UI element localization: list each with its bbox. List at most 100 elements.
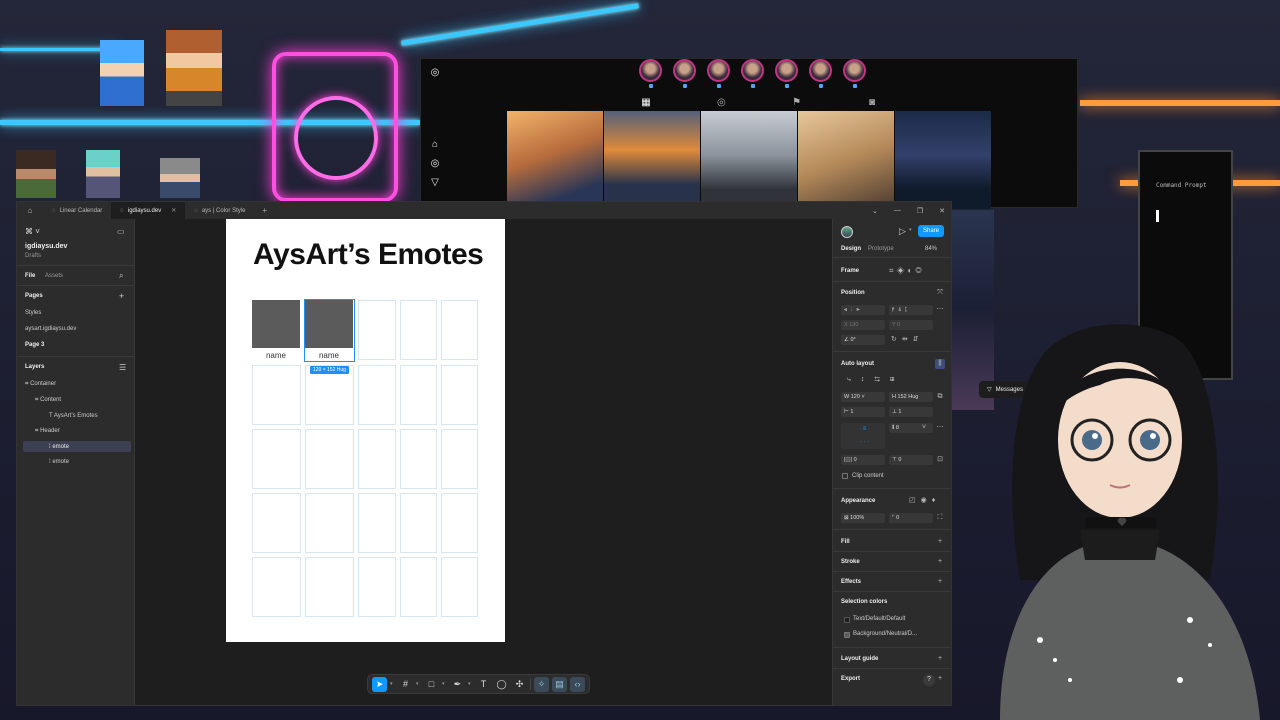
send-icon[interactable]: ▽ [429, 177, 441, 189]
page-item-styles[interactable]: Styles [25, 310, 41, 316]
tagged-icon[interactable]: ◙ [865, 97, 879, 108]
story-avatar[interactable] [809, 59, 832, 88]
color-swatch[interactable] [844, 632, 850, 638]
emote-slot[interactable] [400, 429, 437, 489]
frame-tool[interactable]: # [398, 677, 413, 692]
emote-slot[interactable] [358, 493, 396, 553]
minimize-icon[interactable]: — [894, 207, 901, 214]
layer-title-text[interactable]: T AysArt's Emotes [49, 413, 98, 419]
comment-tool[interactable]: ◯ [494, 677, 509, 692]
tab-igdiaysu-dev[interactable]: ◌ igdiaysu.dev ✕ [111, 202, 186, 219]
opacity-field[interactable]: ⊠ 100% [841, 513, 885, 523]
more-icon[interactable]: ⋯ [935, 423, 945, 433]
figma-menu-icon[interactable]: ⌘ ˅ [25, 227, 40, 236]
page-item-aysart[interactable]: aysart.igdiaysu.dev [25, 326, 76, 332]
tab-assets[interactable]: Assets [45, 273, 63, 279]
component-actions-icon[interactable]: ⌗◈◐◎ [889, 266, 925, 276]
layer-container[interactable]: ⌗ Container [25, 381, 56, 388]
pen-tool[interactable]: ✒ [450, 677, 465, 692]
color-name[interactable]: Background/Neutral/D... [853, 631, 917, 637]
emote-slot[interactable] [400, 365, 437, 425]
saved-icon[interactable]: ⚑ [790, 97, 804, 108]
emote-name[interactable]: name [252, 351, 300, 360]
emote-slot[interactable] [441, 365, 478, 425]
padding-horizontal[interactable]: |◫| 0 [841, 455, 885, 465]
emote-slot[interactable] [400, 493, 437, 553]
flip-rotate-icons[interactable]: ↻⇹⇵ [891, 335, 924, 343]
color-swatch[interactable] [844, 617, 850, 623]
sidebar-toggle-icon[interactable]: ▭ [117, 227, 125, 236]
emote-slot[interactable] [441, 557, 478, 617]
story-avatar[interactable] [843, 59, 866, 88]
align-vertical[interactable]: ⫯⫰⫱ [889, 305, 933, 315]
post-thumbnail[interactable] [798, 111, 894, 209]
tab-design[interactable]: Design [841, 246, 861, 252]
more-icon[interactable]: ⋯ [935, 305, 945, 315]
post-thumbnail[interactable] [701, 111, 797, 209]
add-export-icon[interactable]: + [935, 674, 945, 684]
story-avatar[interactable] [673, 59, 696, 88]
min-height-field[interactable]: ⊥ 1 [889, 407, 933, 417]
emote-slot[interactable] [252, 365, 301, 425]
alignment-grid[interactable]: · ≡ · · · · [841, 423, 885, 449]
search-icon[interactable]: ⌕ [119, 271, 123, 281]
avatar[interactable] [841, 226, 853, 238]
home-icon[interactable]: ⌂ [17, 206, 43, 215]
new-tab-button[interactable]: + [254, 206, 275, 215]
emote-slot[interactable] [305, 365, 354, 425]
present-icon[interactable]: ▷ [899, 226, 906, 237]
height-field[interactable]: H 152 Hug [889, 392, 933, 402]
canvas[interactable]: AysArt’s Emotes name name 120 × 152 Hug … [136, 219, 832, 705]
x-field[interactable]: X 130 [841, 320, 885, 330]
close-tab-icon[interactable]: ✕ [171, 207, 176, 214]
min-width-field[interactable]: ⊢ 1 [841, 407, 885, 417]
corners-icon[interactable]: ⛶ [935, 513, 945, 523]
layers-list-icon[interactable]: ☰ [119, 363, 126, 372]
emote-slot[interactable] [305, 493, 354, 553]
instagram-icon[interactable]: ◎ [429, 158, 441, 170]
zoom-level[interactable]: 84% [925, 246, 937, 252]
post-thumbnail[interactable] [604, 111, 700, 209]
grid-icon[interactable]: ▦ [639, 97, 653, 108]
tab-file[interactable]: File [25, 273, 35, 279]
chevron-down-icon[interactable]: ▾ [909, 227, 912, 233]
chevron-down-icon[interactable]: ▾ [468, 681, 473, 687]
actions-tool[interactable]: ▤ [552, 676, 567, 692]
resize-icon[interactable]: ⧉ [935, 392, 945, 402]
components-tool[interactable]: ✣ [512, 677, 527, 692]
emote-slot[interactable] [441, 493, 478, 553]
shape-tool[interactable]: □ [424, 677, 439, 692]
rotation-field[interactable]: ∠ 0° [841, 335, 885, 345]
emote-slot[interactable] [441, 300, 478, 360]
emote-slot[interactable] [358, 365, 396, 425]
emote-slot[interactable] [252, 493, 301, 553]
post-thumbnail[interactable] [507, 111, 603, 209]
layer-emote-selected[interactable]: ⁞ emote [49, 444, 69, 450]
tab-prototype[interactable]: Prototype [868, 246, 894, 252]
auto-layout-icon[interactable]: ⫼ [935, 359, 945, 369]
chevron-down-icon[interactable]: ▾ [416, 681, 421, 687]
file-name[interactable]: igdiaysu.dev [25, 243, 67, 250]
padding-vertical[interactable]: ⊤ 0 [889, 455, 933, 465]
story-avatar[interactable] [707, 59, 730, 88]
layer-emote[interactable]: ⁞ emote [49, 459, 69, 465]
emotes-frame[interactable]: AysArt’s Emotes name name 120 × 152 Hug [226, 219, 505, 642]
dev-mode-toggle[interactable]: ‹› [570, 676, 585, 692]
emote-placeholder[interactable] [252, 300, 300, 348]
emote-slot[interactable] [400, 300, 437, 360]
color-name[interactable]: Text/Default/Default [853, 616, 905, 622]
padding-settings-icon[interactable]: ⊡ [935, 455, 945, 465]
reels-icon[interactable]: ◎ [714, 97, 728, 108]
align-horizontal[interactable]: ⫷⫶⫸ [841, 305, 885, 315]
emote-slot[interactable] [252, 557, 301, 617]
close-icon[interactable]: ✕ [939, 207, 945, 215]
chevron-down-icon[interactable]: ⌄ [872, 207, 878, 215]
story-avatar[interactable] [741, 59, 764, 88]
add-page-icon[interactable]: + [119, 291, 124, 301]
clip-content-checkbox[interactable] [842, 473, 848, 479]
corner-radius-field[interactable]: ⌜ 0 [889, 513, 933, 523]
maximize-icon[interactable]: ❐ [917, 207, 923, 215]
chevron-down-icon[interactable]: ▾ [442, 681, 447, 687]
constraints-icon[interactable]: ⤧ [935, 288, 945, 298]
move-tool[interactable]: ➤ [372, 676, 387, 692]
